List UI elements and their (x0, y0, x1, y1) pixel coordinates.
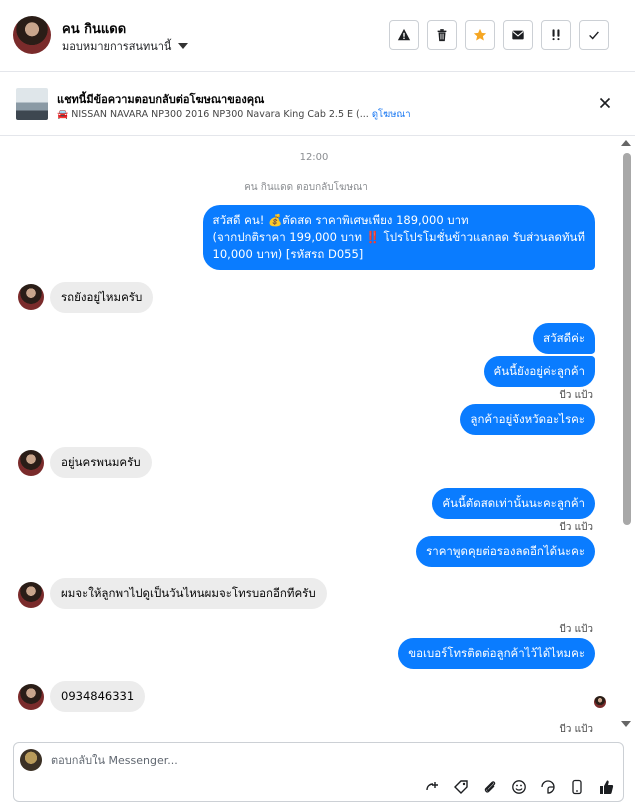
sticker-icon (541, 780, 555, 794)
contact-avatar[interactable] (13, 16, 51, 54)
seen-indicator-avatar (594, 696, 606, 708)
view-ad-link[interactable]: ดูโฆษณา (372, 109, 411, 120)
paperclip-icon (484, 781, 496, 793)
composer-toolbar (424, 779, 614, 795)
outgoing-message[interactable]: คันนี้ตัดสดเท่านั้นนะคะลูกค้า (432, 488, 595, 519)
delete-button[interactable] (427, 20, 457, 50)
contact-avatar-small (18, 684, 44, 710)
page-avatar (20, 749, 42, 771)
contact-avatar-small (18, 284, 44, 310)
attach-file-button[interactable] (482, 779, 498, 795)
thumbs-up-icon (600, 780, 614, 794)
scroll-down-arrow[interactable] (621, 721, 631, 727)
contact-name[interactable]: คน กินแดด (62, 18, 126, 39)
message-timestamp: 12:00 (299, 152, 329, 163)
envelope-icon (512, 30, 524, 40)
ad-product-name: NISSAN NAVARA NP300 2016 NP300 Navara Ki… (71, 109, 369, 120)
saved-reply-icon (426, 782, 438, 791)
mark-unread-button[interactable] (503, 20, 533, 50)
message-line: สวัสดี คน! 💰ตัดสด ราคาพิเศษเพียง 189,000… (212, 213, 469, 227)
outgoing-message[interactable]: ราคาพูดคุยต่อรองลดอีกได้นะคะ (416, 536, 595, 567)
scrollbar-thumb[interactable] (623, 153, 631, 525)
assign-conversation-dropdown[interactable]: มอบหมายการสนทนานี้ (62, 37, 189, 55)
outgoing-message[interactable]: สวัสดีค่ะ (533, 323, 595, 354)
warning-icon (397, 28, 411, 41)
assign-conversation-label: มอบหมายการสนทนานี้ (62, 40, 172, 53)
trash-icon (437, 29, 447, 42)
gif-button[interactable] (569, 779, 585, 795)
contact-avatar-small (18, 582, 44, 608)
car-icon: 🚘 (57, 110, 69, 120)
outgoing-message[interactable]: ลูกค้าอยู่จังหวัดอะไรคะ (460, 404, 595, 435)
ad-reply-note: คน กินแดด ตอบกลับโฆษณา (244, 182, 368, 193)
message-line: 10,000 บาท) [รหัสรถ D055] (212, 247, 364, 261)
outgoing-message[interactable]: สวัสดี คน! 💰ตัดสด ราคาพิเศษเพียง 189,000… (202, 205, 595, 270)
incoming-message[interactable]: รถยังอยู่ไหมครับ (50, 282, 154, 313)
sticker-button[interactable] (540, 779, 556, 795)
caret-down-icon (178, 43, 189, 49)
gif-icon (572, 779, 582, 795)
exclamation-icon (552, 29, 560, 41)
ad-banner-subtitle: 🚘 NISSAN NAVARA NP300 2016 NP300 Navara … (57, 107, 411, 122)
close-icon[interactable] (597, 95, 613, 111)
sender-label: บีว แป้ว (559, 724, 593, 735)
star-button[interactable] (465, 20, 495, 50)
mark-done-button[interactable] (579, 20, 609, 50)
tag-icon (454, 780, 468, 794)
sender-label: บีว แป้ว (559, 522, 593, 533)
reply-input[interactable] (51, 754, 451, 767)
outgoing-message[interactable]: ขอเบอร์โทรติดต่อลูกค้าไว้ได้ไหมคะ (398, 638, 595, 669)
conversation-toolbar (389, 20, 609, 50)
star-icon (473, 28, 487, 41)
message-line: (จากปกติราคา 199,000 บาท ‼️ โปรโปรโมชั่น… (212, 230, 585, 244)
contact-avatar-small (18, 450, 44, 476)
saved-reply-button[interactable] (424, 779, 440, 795)
label-button[interactable] (453, 779, 469, 795)
check-icon (589, 31, 599, 40)
incoming-message[interactable]: อยู่นครพนมครับ (50, 447, 152, 478)
emoji-icon (512, 780, 526, 794)
incoming-message[interactable]: ผมจะให้ลูกพาไปดูเป็นวันไหนผมจะโทรบอกอีกท… (50, 578, 327, 609)
scroll-up-arrow[interactable] (621, 140, 631, 146)
ad-thumbnail[interactable] (16, 88, 48, 120)
report-button[interactable] (389, 20, 419, 50)
sender-label: บีว แป้ว (559, 624, 593, 635)
follow-up-button[interactable] (541, 20, 571, 50)
like-button[interactable] (598, 779, 614, 795)
emoji-button[interactable] (511, 779, 527, 795)
sender-label: บีว แป้ว (559, 390, 593, 401)
incoming-message[interactable]: 0934846331 (50, 681, 146, 712)
ad-banner-title: แชทนี้มีข้อความตอบกลับต่อโฆษณาของคุณ (57, 93, 265, 106)
outgoing-message[interactable]: คันนี้ยังอยู่ค่ะลูกค้า (483, 356, 595, 387)
